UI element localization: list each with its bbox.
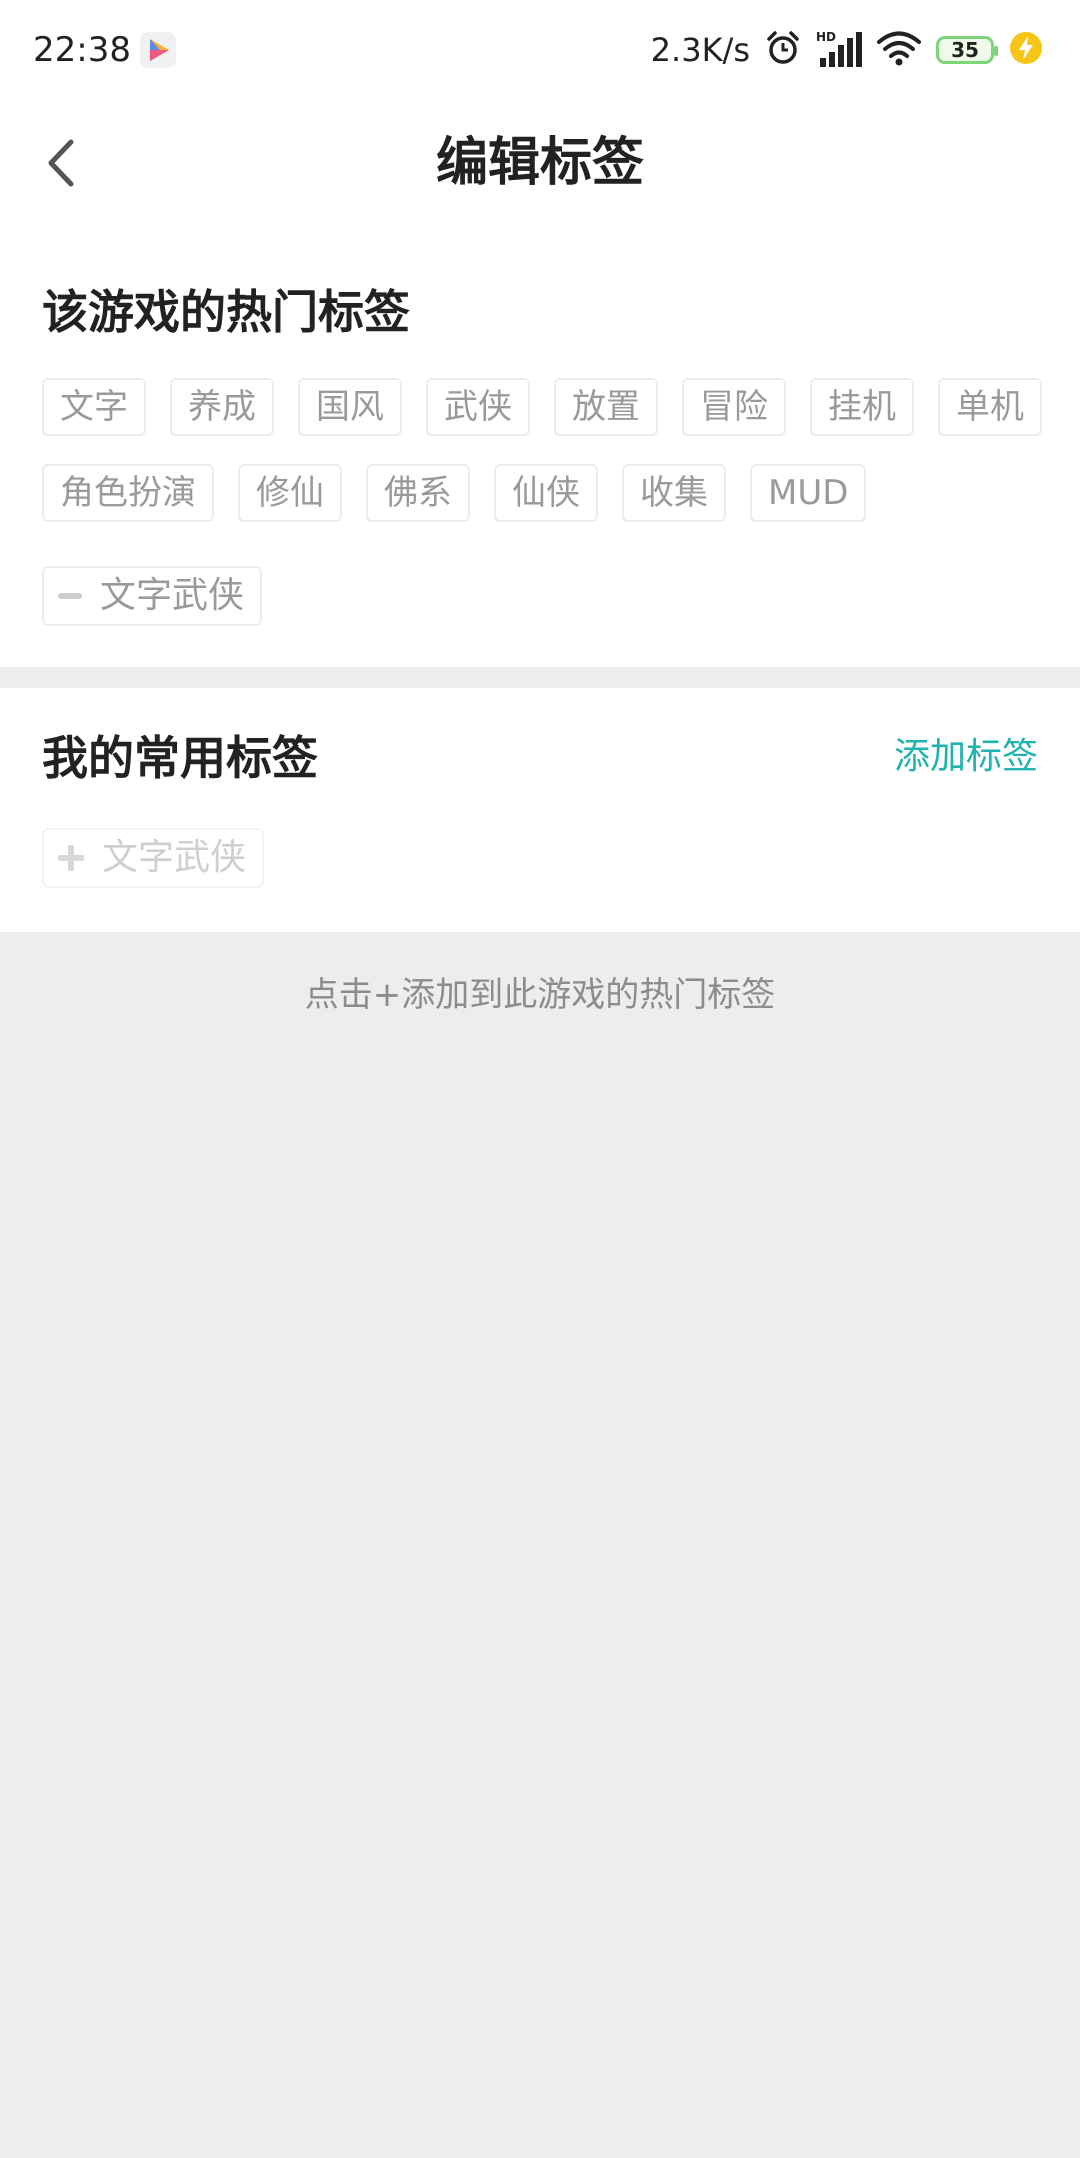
tag-item[interactable]: 仙侠	[494, 464, 598, 522]
page-title: 编辑标签	[435, 133, 644, 193]
status-bar: 22:38 2.3K/s HD 35	[0, 0, 1080, 100]
battery-level: 35	[951, 38, 979, 62]
hot-tags-row-1: 文字 养成 国风 武侠 放置 冒险 挂机 单机	[42, 378, 1042, 436]
tag-item[interactable]: 文字	[42, 378, 146, 436]
tag-item[interactable]: 挂机	[810, 378, 914, 436]
plus-icon[interactable]	[58, 845, 84, 871]
my-tag-add[interactable]: 文字武侠	[42, 828, 265, 888]
hint-text: 点击+添加到此游戏的热门标签	[304, 975, 776, 1015]
tag-item[interactable]: 冒险	[682, 378, 786, 436]
hot-tags-title: 该游戏的热门标签	[42, 285, 410, 339]
tag-item[interactable]: 单机	[938, 378, 1042, 436]
minus-icon[interactable]	[58, 593, 82, 599]
my-tag-label: 文字武侠	[102, 837, 247, 878]
add-tag-button[interactable]: 添加标签	[894, 732, 1038, 782]
wifi-icon	[876, 28, 922, 72]
tag-item[interactable]: 佛系	[366, 464, 470, 522]
network-speed: 2.3K/s	[650, 31, 750, 69]
tag-item[interactable]: 修仙	[238, 464, 342, 522]
charging-icon	[1008, 30, 1044, 70]
app-indicator-icon	[140, 32, 176, 68]
tag-item[interactable]: 国风	[298, 378, 402, 436]
tag-item[interactable]: 收集	[622, 464, 726, 522]
status-time: 22:38	[33, 30, 131, 70]
hot-tags-row-2: 角色扮演 修仙 佛系 仙侠 收集 MUD	[42, 464, 867, 522]
tag-item[interactable]: 武侠	[426, 378, 530, 436]
selected-tag-label: 文字武侠	[100, 575, 245, 616]
hot-tags-section: 该游戏的热门标签 文字 养成 国风 武侠 放置 冒险 挂机 单机 角色扮演 修仙…	[0, 230, 1080, 667]
status-indicators: 2.3K/s HD 35	[651, 26, 1044, 74]
tag-item[interactable]: 养成	[170, 378, 274, 436]
battery-icon: 35	[936, 36, 998, 64]
app-header: 编辑标签	[0, 100, 1080, 230]
tag-item[interactable]: MUD	[750, 464, 867, 522]
selected-tag-remove[interactable]: 文字武侠	[42, 566, 263, 626]
my-tags-section: 我的常用标签 添加标签 文字武侠	[0, 688, 1080, 932]
tag-item[interactable]: 角色扮演	[42, 464, 214, 522]
my-tags-title: 我的常用标签	[42, 731, 318, 785]
signal-icon: HD	[816, 30, 862, 70]
alarm-icon	[764, 29, 802, 71]
tag-item[interactable]: 放置	[554, 378, 658, 436]
